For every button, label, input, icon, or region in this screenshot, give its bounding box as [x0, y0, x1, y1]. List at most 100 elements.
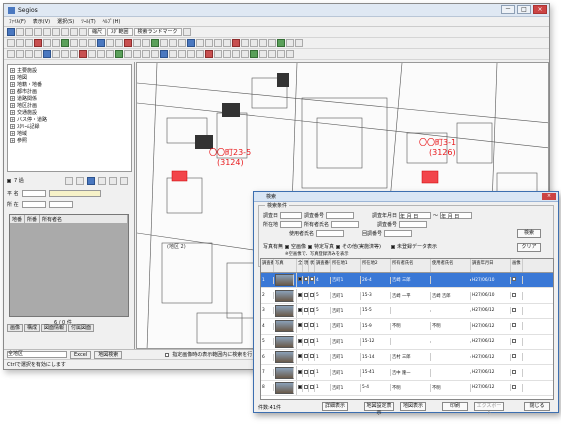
- draw-icon[interactable]: [43, 50, 51, 58]
- survey-photo[interactable]: [275, 351, 294, 364]
- column-header[interactable]: 所有者氏名: [391, 259, 431, 272]
- draw-icon[interactable]: [250, 50, 258, 58]
- draw-icon[interactable]: [214, 50, 222, 58]
- row-checkbox[interactable]: [304, 307, 308, 312]
- draw-icon[interactable]: [286, 50, 294, 58]
- row-checkbox[interactable]: [298, 307, 302, 312]
- date-from-input[interactable]: 年 月 日: [399, 212, 432, 220]
- survey-number-input[interactable]: [326, 212, 355, 219]
- row-checkbox[interactable]: [304, 277, 308, 282]
- draw-icon[interactable]: [259, 50, 267, 58]
- maximize-button[interactable]: □: [517, 5, 531, 14]
- draw-icon[interactable]: [241, 50, 249, 58]
- row-checkbox[interactable]: [512, 338, 516, 343]
- tab-map-info[interactable]: 図面情報: [41, 324, 68, 332]
- tree-item[interactable]: + ｽﾀﾘｰﾑ記録: [10, 123, 129, 130]
- range-button[interactable]: ｽﾀﾞ範囲: [107, 28, 133, 36]
- row-checkbox[interactable]: [304, 354, 308, 359]
- column-header[interactable]: 調査番号: [261, 259, 274, 272]
- tool-icon[interactable]: [295, 39, 303, 47]
- draw-icon[interactable]: [169, 50, 177, 58]
- pan-icon[interactable]: [52, 28, 60, 36]
- tool-icon[interactable]: [160, 39, 168, 47]
- tab-image[interactable]: 画像: [7, 324, 24, 332]
- tree-item[interactable]: + 道路関係: [10, 95, 129, 102]
- help-icon[interactable]: [182, 28, 191, 36]
- survey-photo[interactable]: [275, 320, 294, 333]
- tool-icon[interactable]: [169, 39, 177, 47]
- tool-icon[interactable]: [115, 39, 123, 47]
- row-checkbox[interactable]: [304, 384, 308, 389]
- row-checkbox[interactable]: [512, 354, 516, 359]
- panel-tool-icon[interactable]: [97, 176, 106, 185]
- tool-icon[interactable]: [25, 39, 33, 47]
- row-checkbox[interactable]: [512, 369, 516, 374]
- open-icon[interactable]: [7, 28, 15, 36]
- row-checkbox[interactable]: [310, 307, 314, 312]
- draw-icon[interactable]: [115, 50, 123, 58]
- delete-icon[interactable]: [34, 39, 42, 47]
- row-checkbox[interactable]: [304, 323, 308, 328]
- expand-icon[interactable]: +: [10, 110, 15, 115]
- other-checkbox[interactable]: [336, 244, 341, 249]
- specific-photo-checkbox[interactable]: [308, 244, 313, 249]
- row-checkbox[interactable]: [310, 354, 314, 359]
- tool-icon[interactable]: [79, 39, 87, 47]
- row-checkbox[interactable]: [512, 277, 516, 282]
- tool-icon[interactable]: [223, 39, 231, 47]
- row-checkbox[interactable]: [298, 277, 302, 282]
- table-row[interactable]: 5 1 吉町1 15-12 H27/06/12: [261, 334, 553, 350]
- table-row[interactable]: 1 4 吉町1 26-4 吉崎 三郎 H27/06/10: [261, 273, 553, 289]
- layer-select[interactable]: 全地区: [7, 351, 67, 358]
- column-header[interactable]: 調査年月日: [471, 259, 511, 272]
- row-checkbox[interactable]: [304, 369, 308, 374]
- grid-column[interactable]: 地番: [10, 215, 26, 223]
- draw-icon[interactable]: [61, 50, 69, 58]
- panel-tool-icon[interactable]: [75, 176, 84, 185]
- excel-button[interactable]: Excel: [70, 350, 92, 359]
- zoom-in-icon[interactable]: [34, 28, 42, 36]
- tool-icon[interactable]: [286, 39, 294, 47]
- field-input[interactable]: [48, 201, 73, 208]
- tool-icon[interactable]: [70, 39, 78, 47]
- table-row[interactable]: 6 1 吉町1 15-14 吉村 三郎 H27/06/12: [261, 350, 553, 366]
- expand-icon[interactable]: +: [10, 117, 15, 122]
- column-header[interactable]: 所在地2: [361, 259, 391, 272]
- refresh-icon[interactable]: [61, 28, 69, 36]
- empty-image-checkbox[interactable]: [285, 244, 290, 249]
- draw-icon[interactable]: [133, 50, 141, 58]
- tool-icon[interactable]: [241, 39, 249, 47]
- panel-tool-icon[interactable]: [108, 176, 117, 185]
- tree-item[interactable]: + バス停・道路: [10, 116, 129, 123]
- draw-icon[interactable]: [97, 50, 105, 58]
- draw-icon[interactable]: [178, 50, 186, 58]
- panel-tool-icon[interactable]: [119, 176, 128, 185]
- row-checkbox[interactable]: [304, 338, 308, 343]
- tool-icon[interactable]: [151, 39, 159, 47]
- menu-view[interactable]: 表示(V): [31, 18, 52, 25]
- tool-icon[interactable]: [259, 39, 267, 47]
- survey-photo[interactable]: [275, 289, 294, 302]
- layer-icon[interactable]: [61, 39, 69, 47]
- table-row[interactable]: 4 1 吉町1 15-9 不明 不明 H27/06/12: [261, 319, 553, 335]
- column-header[interactable]: 所在地1: [331, 259, 361, 272]
- panel-tool-icon[interactable]: [86, 176, 95, 185]
- close-button[interactable]: ×: [533, 5, 547, 14]
- draw-icon[interactable]: [106, 50, 114, 58]
- draw-icon[interactable]: [52, 50, 60, 58]
- tool-icon[interactable]: [178, 39, 186, 47]
- tool-icon[interactable]: [7, 39, 15, 47]
- row-checkbox[interactable]: [310, 277, 314, 282]
- tab-attached-map[interactable]: 付属図面: [68, 324, 95, 332]
- draw-icon[interactable]: [232, 50, 240, 58]
- grid-column[interactable]: 所有者名: [40, 215, 128, 223]
- tab-structure[interactable]: 構成: [24, 324, 41, 332]
- tool-icon[interactable]: [97, 39, 105, 47]
- menu-select[interactable]: 選択(S): [55, 18, 76, 25]
- draw-icon[interactable]: [223, 50, 231, 58]
- map-setting-button[interactable]: 地図設定表示: [364, 402, 394, 416]
- draw-icon[interactable]: [160, 50, 168, 58]
- tool-icon[interactable]: [277, 39, 285, 47]
- minimize-button[interactable]: －: [501, 5, 515, 14]
- draw-icon[interactable]: [151, 50, 159, 58]
